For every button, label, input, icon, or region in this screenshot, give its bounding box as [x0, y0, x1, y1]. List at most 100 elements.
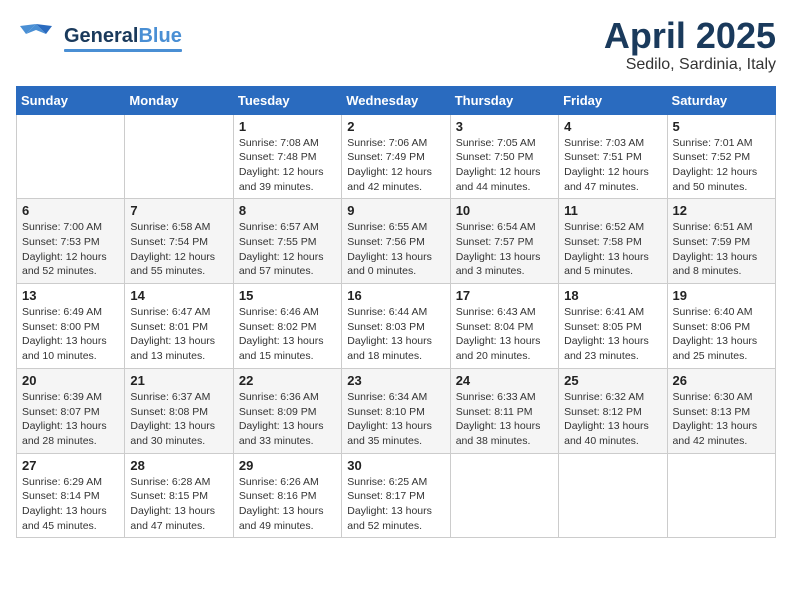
calendar-cell: 1Sunrise: 7:08 AM Sunset: 7:48 PM Daylig… — [233, 114, 341, 199]
day-info: Sunrise: 6:28 AM Sunset: 8:15 PM Dayligh… — [130, 475, 227, 534]
calendar-cell: 29Sunrise: 6:26 AM Sunset: 8:16 PM Dayli… — [233, 453, 341, 538]
logo: GeneralBlue — [16, 16, 182, 61]
day-info: Sunrise: 6:55 AM Sunset: 7:56 PM Dayligh… — [347, 220, 444, 279]
calendar-cell: 14 Sunrise: 6:47 AM Sunset: 8:01 PM Dayli… — [125, 284, 233, 369]
logo-text-block: GeneralBlue — [64, 25, 182, 52]
calendar-cell: 27 Sunrise: 6:29 AM Sunset: 8:14 PM Dayli… — [17, 453, 125, 538]
day-info: Sunrise: 7:00 AM Sunset: 7:53 PM Dayligh… — [22, 220, 119, 279]
day-number: 7 — [130, 203, 227, 218]
day-number: 18 — [564, 288, 661, 303]
calendar-cell: 6Sunrise: 7:00 AM Sunset: 7:53 PM Daylig… — [17, 199, 125, 284]
calendar-cell: 30Sunrise: 6:25 AM Sunset: 8:17 PM Dayli… — [342, 453, 450, 538]
day-number: 3 — [456, 119, 553, 134]
weekday-header-wednesday: Wednesday — [342, 86, 450, 114]
day-info: Sunrise: 6:39 AM Sunset: 8:07 PM Dayligh… — [22, 390, 119, 449]
day-number: 20 — [22, 373, 119, 388]
calendar-cell: 7Sunrise: 6:58 AM Sunset: 7:54 PM Daylig… — [125, 199, 233, 284]
day-info: Sunrise: 6:36 AM Sunset: 8:09 PM Dayligh… — [239, 390, 336, 449]
calendar-cell: 18 Sunrise: 6:41 AM Sunset: 8:05 PM Dayli… — [559, 284, 667, 369]
day-number: 8 — [239, 203, 336, 218]
calendar-cell: 22 Sunrise: 6:36 AM Sunset: 8:09 PM Dayli… — [233, 368, 341, 453]
day-number: 17 — [456, 288, 553, 303]
day-number: 25 — [564, 373, 661, 388]
calendar-week-5: 27 Sunrise: 6:29 AM Sunset: 8:14 PM Dayli… — [17, 453, 776, 538]
calendar-cell: 11Sunrise: 6:52 AM Sunset: 7:58 PM Dayli… — [559, 199, 667, 284]
day-info: Sunrise: 7:06 AM Sunset: 7:49 PM Dayligh… — [347, 136, 444, 195]
calendar-week-4: 20 Sunrise: 6:39 AM Sunset: 8:07 PM Dayli… — [17, 368, 776, 453]
day-info: Sunrise: 6:30 AM Sunset: 8:13 PM Dayligh… — [673, 390, 770, 449]
calendar-cell: 28 Sunrise: 6:28 AM Sunset: 8:15 PM Dayli… — [125, 453, 233, 538]
calendar-body: 1Sunrise: 7:08 AM Sunset: 7:48 PM Daylig… — [17, 114, 776, 538]
page-header: GeneralBlue April 2025 Sedilo, Sardinia,… — [16, 16, 776, 74]
day-info: Sunrise: 7:05 AM Sunset: 7:50 PM Dayligh… — [456, 136, 553, 195]
day-number: 27 — [22, 458, 119, 473]
calendar-cell — [559, 453, 667, 538]
day-number: 19 — [673, 288, 770, 303]
day-info: Sunrise: 7:08 AM Sunset: 7:48 PM Dayligh… — [239, 136, 336, 195]
weekday-header-sunday: Sunday — [17, 86, 125, 114]
location: Sedilo, Sardinia, Italy — [604, 56, 776, 74]
day-number: 9 — [347, 203, 444, 218]
day-info: Sunrise: 6:51 AM Sunset: 7:59 PM Dayligh… — [673, 220, 770, 279]
calendar-cell — [17, 114, 125, 199]
day-info: Sunrise: 6:26 AM Sunset: 8:16 PM Dayligh… — [239, 475, 336, 534]
day-number: 22 — [239, 373, 336, 388]
calendar-cell: 4 Sunrise: 7:03 AM Sunset: 7:51 PM Daylig… — [559, 114, 667, 199]
logo-name: GeneralBlue — [64, 25, 182, 48]
day-number: 4 — [564, 119, 661, 134]
calendar-cell: 5 Sunrise: 7:01 AM Sunset: 7:52 PM Daylig… — [667, 114, 775, 199]
calendar-cell — [125, 114, 233, 199]
day-info: Sunrise: 6:33 AM Sunset: 8:11 PM Dayligh… — [456, 390, 553, 449]
calendar-cell: 2 Sunrise: 7:06 AM Sunset: 7:49 PM Daylig… — [342, 114, 450, 199]
day-number: 26 — [673, 373, 770, 388]
calendar-cell: 8 Sunrise: 6:57 AM Sunset: 7:55 PM Daylig… — [233, 199, 341, 284]
day-info: Sunrise: 6:32 AM Sunset: 8:12 PM Dayligh… — [564, 390, 661, 449]
day-info: Sunrise: 6:44 AM Sunset: 8:03 PM Dayligh… — [347, 305, 444, 364]
calendar-week-2: 6Sunrise: 7:00 AM Sunset: 7:53 PM Daylig… — [17, 199, 776, 284]
calendar-cell: 9 Sunrise: 6:55 AM Sunset: 7:56 PM Daylig… — [342, 199, 450, 284]
calendar-cell: 15Sunrise: 6:46 AM Sunset: 8:02 PM Dayli… — [233, 284, 341, 369]
calendar-cell — [667, 453, 775, 538]
calendar-cell: 10Sunrise: 6:54 AM Sunset: 7:57 PM Dayli… — [450, 199, 558, 284]
day-info: Sunrise: 6:34 AM Sunset: 8:10 PM Dayligh… — [347, 390, 444, 449]
calendar-cell: 17Sunrise: 6:43 AM Sunset: 8:04 PM Dayli… — [450, 284, 558, 369]
day-info: Sunrise: 6:40 AM Sunset: 8:06 PM Dayligh… — [673, 305, 770, 364]
day-info: Sunrise: 6:47 AM Sunset: 8:01 PM Dayligh… — [130, 305, 227, 364]
day-number: 15 — [239, 288, 336, 303]
day-number: 21 — [130, 373, 227, 388]
day-info: Sunrise: 6:57 AM Sunset: 7:55 PM Dayligh… — [239, 220, 336, 279]
weekday-header-monday: Monday — [125, 86, 233, 114]
day-info: Sunrise: 7:03 AM Sunset: 7:51 PM Dayligh… — [564, 136, 661, 195]
day-number: 5 — [673, 119, 770, 134]
logo-icon-area — [16, 16, 56, 61]
calendar-cell: 23Sunrise: 6:34 AM Sunset: 8:10 PM Dayli… — [342, 368, 450, 453]
calendar-cell: 21 Sunrise: 6:37 AM Sunset: 8:08 PM Dayli… — [125, 368, 233, 453]
calendar-week-1: 1Sunrise: 7:08 AM Sunset: 7:48 PM Daylig… — [17, 114, 776, 199]
day-info: Sunrise: 6:25 AM Sunset: 8:17 PM Dayligh… — [347, 475, 444, 534]
day-info: Sunrise: 6:41 AM Sunset: 8:05 PM Dayligh… — [564, 305, 661, 364]
day-info: Sunrise: 6:49 AM Sunset: 8:00 PM Dayligh… — [22, 305, 119, 364]
day-number: 24 — [456, 373, 553, 388]
day-info: Sunrise: 6:37 AM Sunset: 8:08 PM Dayligh… — [130, 390, 227, 449]
weekday-header-tuesday: Tuesday — [233, 86, 341, 114]
title-block: April 2025 Sedilo, Sardinia, Italy — [604, 16, 776, 74]
day-number: 12 — [673, 203, 770, 218]
day-number: 13 — [22, 288, 119, 303]
day-number: 16 — [347, 288, 444, 303]
weekday-header-friday: Friday — [559, 86, 667, 114]
day-number: 10 — [456, 203, 553, 218]
calendar-cell: 13 Sunrise: 6:49 AM Sunset: 8:00 PM Dayli… — [17, 284, 125, 369]
day-info: Sunrise: 7:01 AM Sunset: 7:52 PM Dayligh… — [673, 136, 770, 195]
general-blue-icon — [16, 16, 56, 56]
weekday-header-saturday: Saturday — [667, 86, 775, 114]
day-number: 14 — [130, 288, 227, 303]
logo-general: General — [64, 25, 138, 48]
calendar-table: SundayMondayTuesdayWednesdayThursdayFrid… — [16, 86, 776, 539]
month-title: April 2025 — [604, 16, 776, 56]
calendar-cell: 24 Sunrise: 6:33 AM Sunset: 8:11 PM Dayli… — [450, 368, 558, 453]
day-number: 28 — [130, 458, 227, 473]
day-info: Sunrise: 6:29 AM Sunset: 8:14 PM Dayligh… — [22, 475, 119, 534]
day-number: 2 — [347, 119, 444, 134]
day-info: Sunrise: 6:52 AM Sunset: 7:58 PM Dayligh… — [564, 220, 661, 279]
calendar-cell: 25 Sunrise: 6:32 AM Sunset: 8:12 PM Dayli… — [559, 368, 667, 453]
